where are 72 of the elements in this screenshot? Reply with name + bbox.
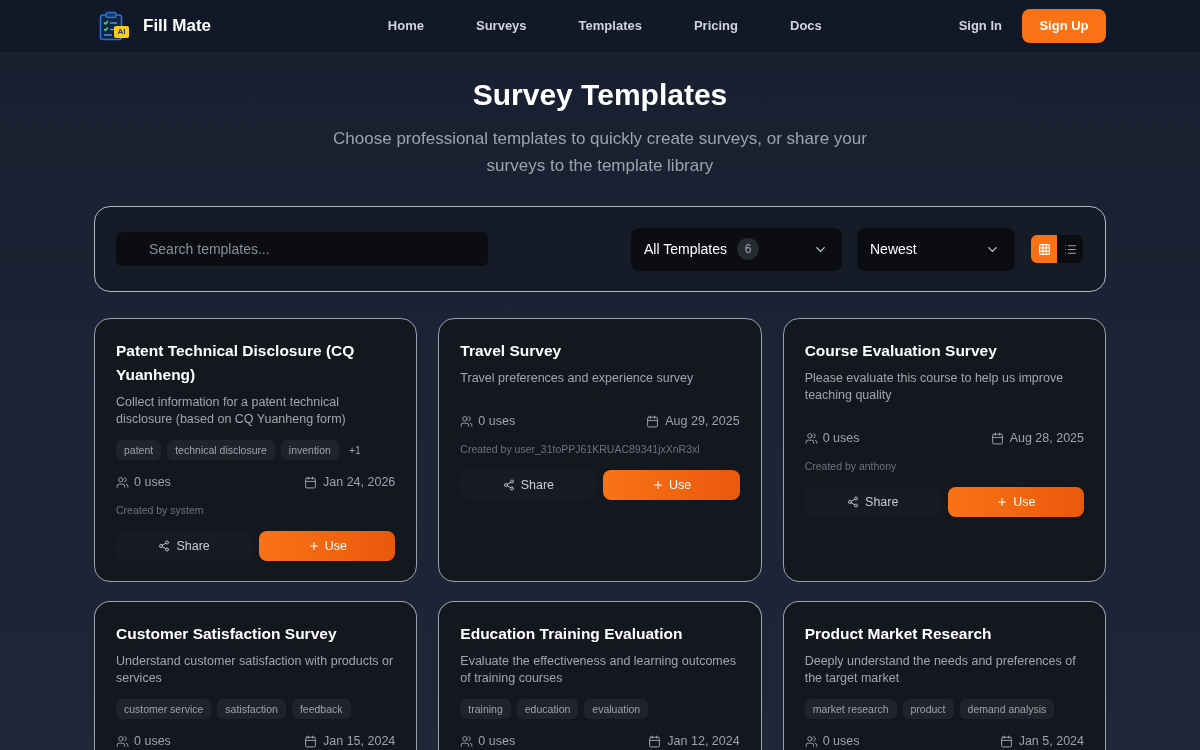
nav-link[interactable]: Docs: [790, 16, 822, 36]
card-title: Patent Technical Disclosure (CQ Yuanheng): [116, 341, 356, 385]
created-by: Created by user_31toPPJ61KRUAC89341jxXnR3xl: [460, 442, 701, 457]
created-date: Jan 12, 2024: [667, 733, 740, 749]
page-title: Survey Templates: [471, 77, 729, 113]
nav-link[interactable]: Templates: [578, 16, 642, 36]
tag: market research: [804, 699, 897, 719]
created-date: Jan 15, 2024: [323, 733, 396, 749]
share-button[interactable]: Share: [804, 487, 941, 517]
tag: invention: [280, 440, 339, 460]
count-badge: 6: [737, 238, 759, 260]
tag: patent: [116, 440, 162, 460]
card-title: Travel Survey: [460, 341, 563, 361]
search-field[interactable]: Search templates...: [116, 232, 488, 266]
created-by: Created by system: [116, 503, 205, 518]
logo-badge: AI: [114, 26, 129, 38]
uses-count: 0 uses: [478, 733, 516, 749]
calendar-icon: [646, 414, 660, 428]
plus-icon: [651, 479, 664, 491]
card-description: Travel preferences and experience survey: [460, 370, 695, 387]
created-date: Aug 29, 2025: [665, 413, 740, 429]
sort-dropdown[interactable]: Newest: [857, 227, 1015, 271]
tag: demand analysis: [959, 699, 1055, 719]
uses-count: 0 uses: [478, 413, 516, 429]
tag: training: [460, 699, 511, 719]
created-by: Created by anthony: [804, 459, 898, 474]
tag: evaluation: [584, 699, 649, 719]
plus-icon: [996, 496, 1009, 508]
users-icon: [804, 431, 818, 445]
share-button[interactable]: Share: [116, 531, 253, 561]
card-title: Course Evaluation Survey: [804, 341, 998, 361]
tag: feedback: [291, 699, 351, 719]
card-description: Understand customer satisfaction with products or services: [116, 653, 395, 687]
plus-icon: [307, 540, 320, 552]
card-description: Deeply understand the needs and preferences of the target market: [804, 653, 1077, 687]
created-date: Aug 28, 2025: [1009, 430, 1084, 446]
card-title: Customer Satisfaction Survey: [116, 624, 338, 644]
tag: product: [902, 699, 954, 719]
card-title: Education Training Evaluation: [460, 624, 684, 644]
share-button[interactable]: Share: [460, 470, 597, 500]
card-description: Evaluate the effectiveness and learning outcomes of training courses: [460, 653, 737, 687]
users-icon: [460, 414, 474, 428]
uses-count: 0 uses: [822, 733, 860, 749]
more-tags-count: +1: [347, 443, 362, 458]
sign-in-link[interactable]: Sign In: [958, 16, 1002, 36]
card-description: Please evaluate this course to help us improve teaching quality: [804, 370, 1065, 404]
calendar-icon: [990, 431, 1004, 445]
card-title: Product Market Research: [804, 624, 993, 644]
grid-view-button[interactable]: [1031, 235, 1057, 263]
card-description: Collect information for a patent technical disclosure (based on CQ Yuanheng form): [116, 394, 347, 428]
tag: customer service: [116, 699, 212, 719]
page-subtitle: Choose professional templates to quickly create surveys, or share your surveys to the template library: [332, 128, 868, 177]
tag: satisfaction: [217, 699, 286, 719]
grid-icon: [1037, 242, 1051, 256]
uses-count: 0 uses: [134, 733, 171, 749]
nav-link[interactable]: Home: [387, 16, 424, 36]
brand-name: Fill Mate: [143, 15, 211, 38]
nav-link[interactable]: Surveys: [476, 16, 527, 36]
uses-count: 0 uses: [134, 474, 171, 490]
nav-link[interactable]: Pricing: [693, 16, 738, 36]
tag: education: [516, 699, 579, 719]
users-icon: [116, 475, 129, 489]
created-date: Jan 24, 2026: [323, 474, 396, 490]
tag: technical disclosure: [167, 440, 275, 460]
created-date: Jan 5, 2024: [1018, 733, 1084, 749]
uses-count: 0 uses: [822, 430, 860, 446]
calendar-icon: [304, 475, 318, 489]
category-dropdown[interactable]: All Templates 6: [631, 227, 842, 271]
share-icon: [847, 496, 860, 508]
share-icon: [502, 479, 515, 491]
share-icon: [158, 540, 171, 552]
list-icon: [1063, 242, 1077, 256]
